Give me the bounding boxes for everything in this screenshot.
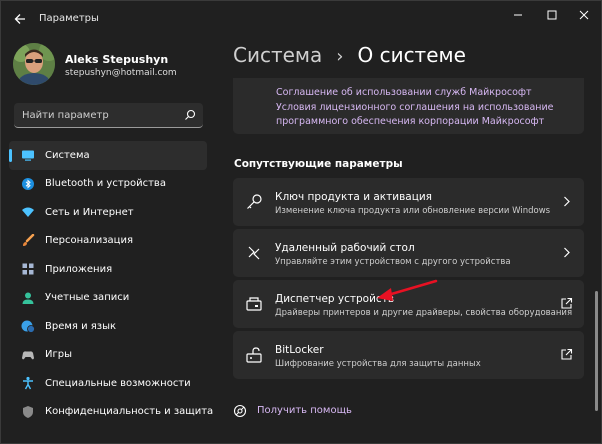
card-subtitle: Шифрование устройства для защиты данных (275, 359, 481, 369)
help-icon (233, 404, 247, 418)
card-subtitle: Изменение ключа продукта или обновление … (275, 206, 551, 216)
sidebar-item-network[interactable]: Сеть и Интернет (9, 198, 207, 227)
breadcrumb-separator: › (336, 46, 344, 67)
monitor-icon (21, 148, 35, 162)
remote-desktop-icon (248, 246, 260, 260)
sidebar-item-gaming[interactable]: Игры (9, 341, 207, 370)
maximize-icon (547, 10, 557, 20)
product-key-card[interactable]: Ключ продукта и активация Изменение ключ… (233, 178, 584, 226)
page-title: О системе (357, 43, 466, 67)
sidebar-item-privacy[interactable]: Конфиденциальность и защита (9, 398, 213, 427)
sidebar-item-label: Система (45, 149, 90, 161)
sidebar-item-label: Учетные записи (45, 292, 130, 304)
card-title: Ключ продукта и активация (275, 191, 432, 203)
license-terms-link-continued[interactable]: программного обеспечения корпорации Майк… (276, 116, 544, 127)
close-button[interactable] (567, 5, 601, 25)
close-icon (579, 10, 589, 20)
shield-icon (21, 405, 35, 419)
user-email: stepushyn@hotmail.com (65, 68, 177, 78)
bluetooth-icon (21, 177, 35, 191)
minimize-button[interactable] (501, 5, 535, 25)
open-external-icon (561, 297, 573, 309)
card-subtitle: Управляйте этим устройством с другого ус… (275, 257, 511, 267)
sidebar-item-label: Конфиденциальность и защита (45, 406, 214, 418)
sidebar-item-personalization[interactable]: Персонализация (9, 227, 207, 256)
breadcrumb: Система › О системе (233, 43, 466, 67)
globe-clock-icon (21, 319, 35, 334)
sidebar-item-label: Сеть и Интернет (45, 206, 134, 218)
minimize-icon (514, 14, 522, 16)
section-title: Сопутствующие параметры (234, 158, 403, 170)
sidebar-item-label: Приложения (45, 263, 113, 275)
get-help-label: Получить помощь (257, 405, 352, 416)
bitlocker-icon (246, 347, 262, 363)
active-indicator (9, 149, 12, 162)
search-icon[interactable] (184, 109, 196, 121)
person-icon (21, 291, 35, 305)
sidebar-nav: Система Bluetooth и устройства Сеть и Ин… (9, 141, 213, 427)
sidebar-item-label: Специальные возможности (45, 377, 191, 389)
sidebar-item-label: Время и язык (45, 320, 117, 332)
card-title: Диспетчер устройств (275, 293, 395, 305)
accessibility-icon (21, 376, 35, 390)
breadcrumb-parent[interactable]: Система (233, 43, 322, 67)
card-subtitle: Драйверы принтеров и другие драйверы, св… (275, 308, 573, 318)
user-name: Aleks Stepushyn (65, 53, 169, 66)
gamepad-icon (21, 348, 35, 362)
card-title: Удаленный рабочий стол (275, 242, 415, 254)
device-manager-icon (246, 297, 262, 311)
maximize-button[interactable] (535, 5, 569, 25)
sidebar-item-accessibility[interactable]: Специальные возможности (9, 369, 207, 398)
bitlocker-card[interactable]: BitLocker Шифрование устройства для защи… (233, 331, 584, 379)
paintbrush-icon (21, 233, 35, 248)
wifi-icon (21, 205, 35, 219)
back-button[interactable] (9, 9, 31, 29)
avatar-photo-icon (13, 43, 55, 85)
sidebar-item-accounts[interactable]: Учетные записи (9, 284, 207, 313)
app-title: Параметры (39, 13, 99, 24)
apps-icon (21, 262, 35, 276)
title-bar: Параметры (1, 1, 601, 35)
sidebar-item-label: Bluetooth и устройства (45, 178, 166, 190)
scrollbar[interactable] (595, 291, 598, 411)
support-links-card: Соглашение об использовании служб Майкро… (233, 78, 584, 134)
sidebar-item-apps[interactable]: Приложения (9, 255, 207, 284)
sidebar-item-system[interactable]: Система (9, 141, 207, 170)
back-arrow-icon (14, 14, 25, 24)
card-title: BitLocker (275, 344, 324, 356)
key-icon (247, 194, 262, 209)
chevron-right-icon (564, 196, 570, 207)
settings-window: Параметры Aleks Stepushyn stepushyn@hotm… (0, 0, 602, 444)
license-terms-link[interactable]: Условия лицензионного соглашения на испо… (276, 102, 554, 113)
sidebar-item-bluetooth[interactable]: Bluetooth и устройства (9, 170, 207, 199)
sidebar-item-label: Игры (45, 349, 72, 361)
avatar[interactable] (13, 43, 55, 85)
sidebar-item-label: Персонализация (45, 235, 133, 247)
chevron-right-icon (564, 247, 570, 258)
services-agreement-link[interactable]: Соглашение об использовании служб Майкро… (276, 87, 532, 98)
open-external-icon (561, 348, 573, 360)
sidebar-item-time-language[interactable]: Время и язык (9, 312, 207, 341)
search-box[interactable] (14, 103, 203, 128)
search-input[interactable] (14, 103, 179, 127)
device-manager-card[interactable]: Диспетчер устройств Драйверы принтеров и… (233, 280, 584, 328)
remote-desktop-card[interactable]: Удаленный рабочий стол Управляйте этим у… (233, 229, 584, 277)
